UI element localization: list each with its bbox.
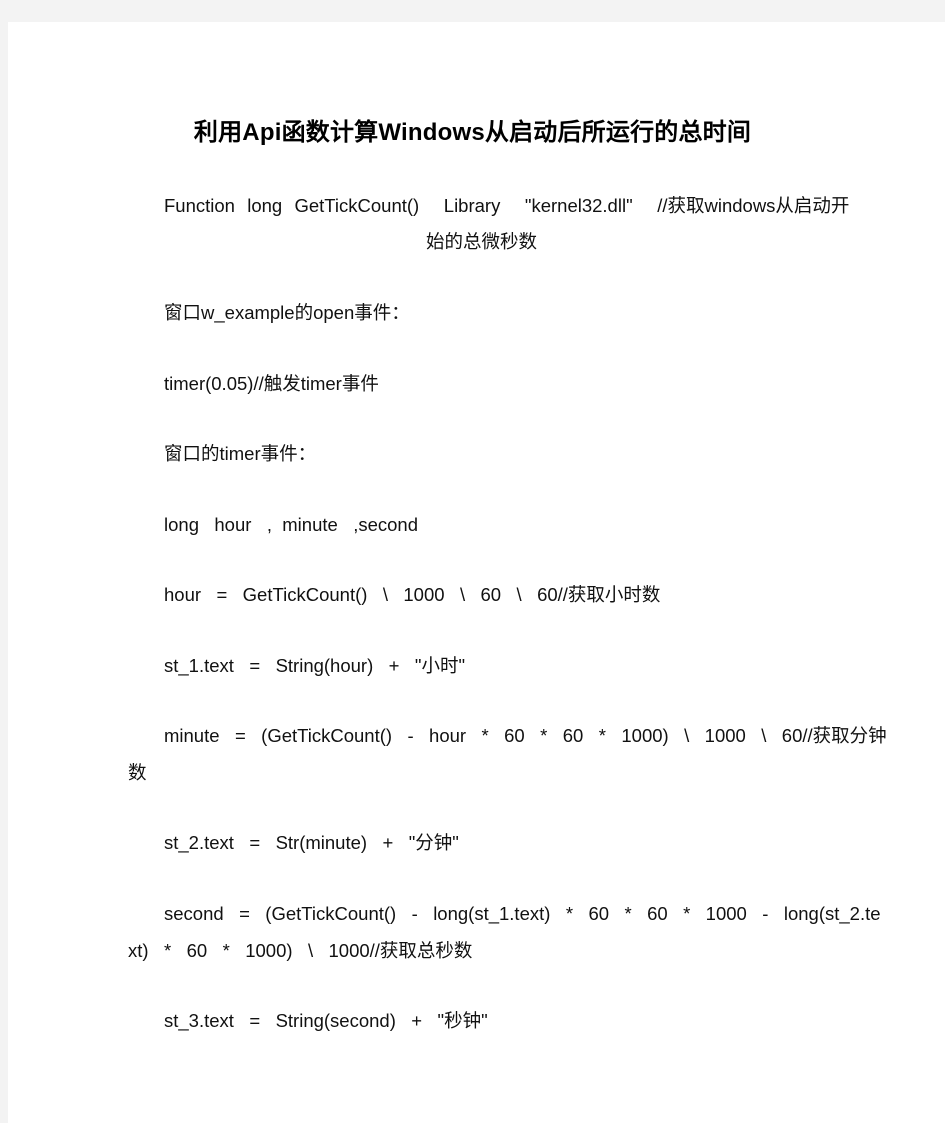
text-line-open-event: 窗口w_example的open事件： [164,302,410,323]
document-title: 利用Api函数计算Windows从启动后所运行的总时间 [193,119,752,146]
code-line-second-wrap: xt) * 60 * 1000) \ 1000//获取总秒数 [128,940,473,961]
code-line-second: second = (GetTickCount() - long(st_1.tex… [164,903,881,924]
code-line-hour: hour = GetTickCount() \ 1000 \ 60 \ 60//… [164,584,661,605]
text-line-timer-event: 窗口的timer事件： [164,443,317,464]
code-line-function-declaration-wrap: 始的总微秒数 [426,231,538,252]
code-line-minute: minute = (GetTickCount() - hour * 60 * 6… [164,725,887,746]
code-line-declare-vars: long hour , minute ,second [164,514,419,535]
code-line-st3-text: st_3.text = String(second) + "秒钟" [164,1010,488,1031]
code-line-function-declaration: Function long GetTickCount() Library "ke… [164,195,850,216]
code-line-timer-call: timer(0.05)//触发timer事件 [164,373,379,394]
code-line-st2-text: st_2.text = Str(minute) + "分钟" [164,832,459,853]
code-line-st1-text: st_1.text = String(hour) + "小时" [164,655,466,676]
code-line-minute-wrap: 数 [128,762,147,783]
